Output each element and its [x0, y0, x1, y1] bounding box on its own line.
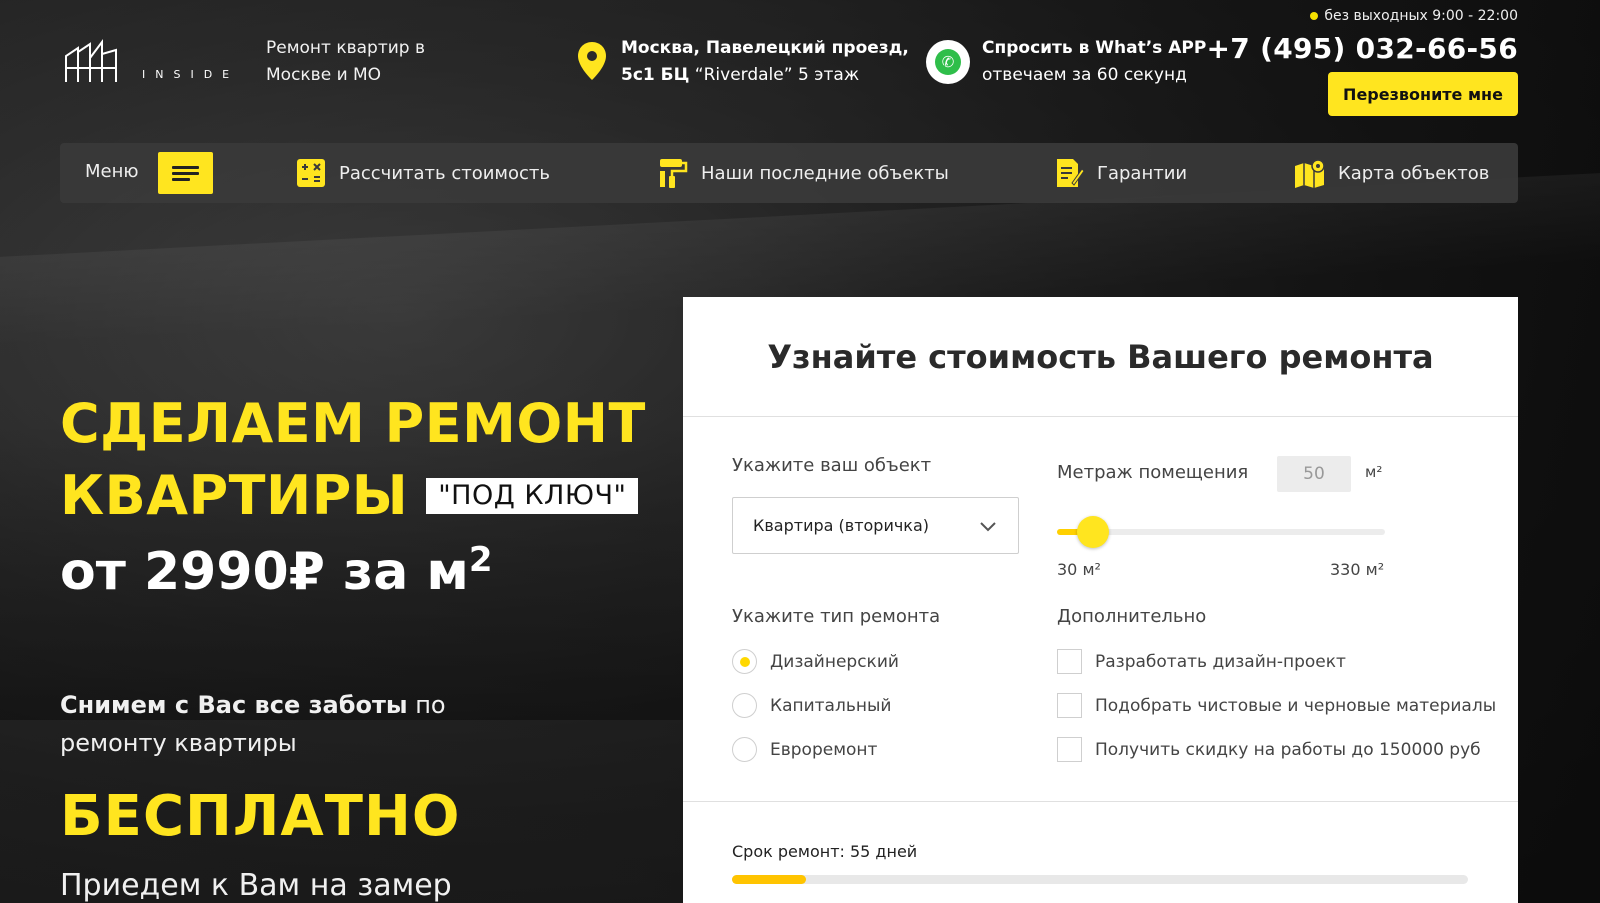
callback-button[interactable]: Перезвоните мне — [1328, 72, 1518, 116]
svg-text:INSIDE: INSIDE — [142, 68, 234, 81]
area-input[interactable]: 50 — [1277, 456, 1351, 492]
whatsapp-title: Спросить в What’s APP — [982, 38, 1207, 58]
whatsapp-link[interactable]: Спросить в What’s APP отвечаем за 60 сек… — [982, 35, 1206, 89]
radio-label: Евроремонт — [770, 739, 878, 760]
menu-label[interactable]: Меню — [85, 161, 139, 182]
site-header: INSIDE Ремонт квартир в Москве и МО Моск… — [0, 0, 1600, 130]
hero-subtitle-bold: Снимем с Вас все заботы — [60, 691, 408, 719]
checkbox[interactable] — [1057, 693, 1082, 718]
nav-label-guarantees: Гарантии — [1097, 162, 1188, 184]
area-slider-handle[interactable] — [1076, 516, 1109, 548]
area-slider[interactable] — [1057, 516, 1385, 548]
area-label: Метраж помещения — [1057, 462, 1249, 483]
term-progress — [732, 875, 1468, 884]
divider — [683, 801, 1518, 802]
hero-free: БЕСПЛАТНО — [60, 784, 461, 849]
checkbox-materials[interactable]: Подобрать чистовые и черновые материалы — [1057, 693, 1496, 718]
range-max-label: 330 м² — [1330, 560, 1385, 579]
phone-number[interactable]: +7 (495) 032-66-56 — [1207, 32, 1519, 65]
address-line2-bold: 5с1 БЦ — [621, 65, 690, 85]
object-select-value: Квартира (вторичка) — [753, 516, 930, 535]
paint-roller-icon — [657, 157, 689, 189]
hours-text: без выходных 9:00 - 22:00 — [1324, 8, 1518, 24]
calculator-card: Узнайте стоимость Вашего ремонта Укажите… — [683, 297, 1518, 903]
hero-title: СДЕЛАЕМ РЕМОНТ КВАРТИРЫ "ПОД КЛЮЧ" — [60, 388, 646, 532]
area-unit: м² — [1365, 463, 1383, 481]
hero-price: от 2990₽ за м2 — [60, 540, 493, 602]
status-dot-icon — [1310, 12, 1319, 20]
address-line1: Москва, Павелецкий проезд, — [621, 38, 909, 58]
nav-item-objects[interactable]: Наши последние объекты — [657, 143, 949, 203]
checkbox-label: Разработать дизайн-проект — [1095, 651, 1346, 672]
checkbox-discount[interactable]: Получить скидку на работы до 150000 руб — [1057, 737, 1481, 762]
hero-title-row2: КВАРТИРЫ "ПОД КЛЮЧ" — [60, 460, 646, 532]
calculator-icon — [295, 157, 327, 189]
hero-subtitle: Снимем с Вас все заботы по ремонту кварт… — [60, 686, 520, 762]
radio-label: Дизайнерский — [770, 651, 899, 672]
address: Москва, Павелецкий проезд, 5с1 БЦ “River… — [621, 35, 909, 89]
tagline: Ремонт квартир в Москве и МО — [266, 38, 426, 85]
document-pen-icon — [1053, 157, 1085, 189]
nav-item-map[interactable]: Карта объектов — [1294, 143, 1489, 203]
checkbox-label: Подобрать чистовые и черновые материалы — [1095, 695, 1497, 716]
hero-title-line2: КВАРТИРЫ — [60, 464, 409, 527]
term-label: Срок ремонт: 55 дней — [732, 842, 918, 861]
location-pin-icon — [577, 41, 607, 81]
menu-burger-button[interactable] — [158, 152, 213, 194]
radio-button[interactable] — [732, 649, 757, 674]
checkbox[interactable] — [1057, 649, 1082, 674]
radio-button[interactable] — [732, 693, 757, 718]
term-progress-fill — [732, 875, 806, 884]
nav-label-objects: Наши последние объекты — [701, 162, 949, 184]
repair-type-label: Укажите тип ремонта — [732, 606, 941, 627]
nav-item-guarantees[interactable]: Гарантии — [1053, 143, 1187, 203]
whatsapp-subtitle: отвечаем за 60 секунд — [982, 65, 1187, 85]
price-sup: 2 — [468, 540, 493, 580]
turnkey-badge: "ПОД КЛЮЧ" — [426, 478, 639, 514]
logo-mark-icon: INSIDE — [65, 39, 234, 82]
nav-item-calculate[interactable]: Рассчитать стоимость — [295, 143, 550, 203]
radio-euro[interactable]: Евроремонт — [732, 737, 877, 762]
object-label: Укажите ваш объект — [732, 455, 932, 476]
chevron-down-icon — [978, 516, 998, 540]
whatsapp-icon[interactable]: ✆ — [926, 40, 970, 84]
hero-measure: Приедем к Вам на замер — [60, 868, 452, 903]
radio-designer[interactable]: Дизайнерский — [732, 649, 899, 674]
main-nav: Меню Рассчитать стоимость Наши последние… — [60, 143, 1518, 203]
hero-title-line1: СДЕЛАЕМ РЕМОНТ — [60, 392, 646, 455]
object-select[interactable]: Квартира (вторичка) — [732, 497, 1019, 554]
price-text: от 2990₽ за м — [60, 542, 469, 602]
nav-label-map: Карта объектов — [1338, 162, 1490, 184]
calculator-title: Узнайте стоимость Вашего ремонта — [683, 297, 1518, 417]
map-icon — [1294, 157, 1326, 189]
checkbox-design-project[interactable]: Разработать дизайн-проект — [1057, 649, 1346, 674]
radio-button[interactable] — [732, 737, 757, 762]
radio-label: Капитальный — [770, 695, 892, 716]
nav-label-calculate: Рассчитать стоимость — [339, 162, 551, 184]
range-min-label: 30 м² — [1057, 560, 1101, 579]
logo[interactable]: INSIDE — [64, 38, 234, 88]
address-line2-rest: “Riverdale” 5 этаж — [689, 65, 860, 85]
extras-label: Дополнительно — [1057, 606, 1207, 627]
checkbox-label: Получить скидку на работы до 150000 руб — [1095, 739, 1481, 760]
working-hours: без выходных 9:00 - 22:00 — [1310, 8, 1518, 24]
radio-capital[interactable]: Капитальный — [732, 693, 891, 718]
checkbox[interactable] — [1057, 737, 1082, 762]
